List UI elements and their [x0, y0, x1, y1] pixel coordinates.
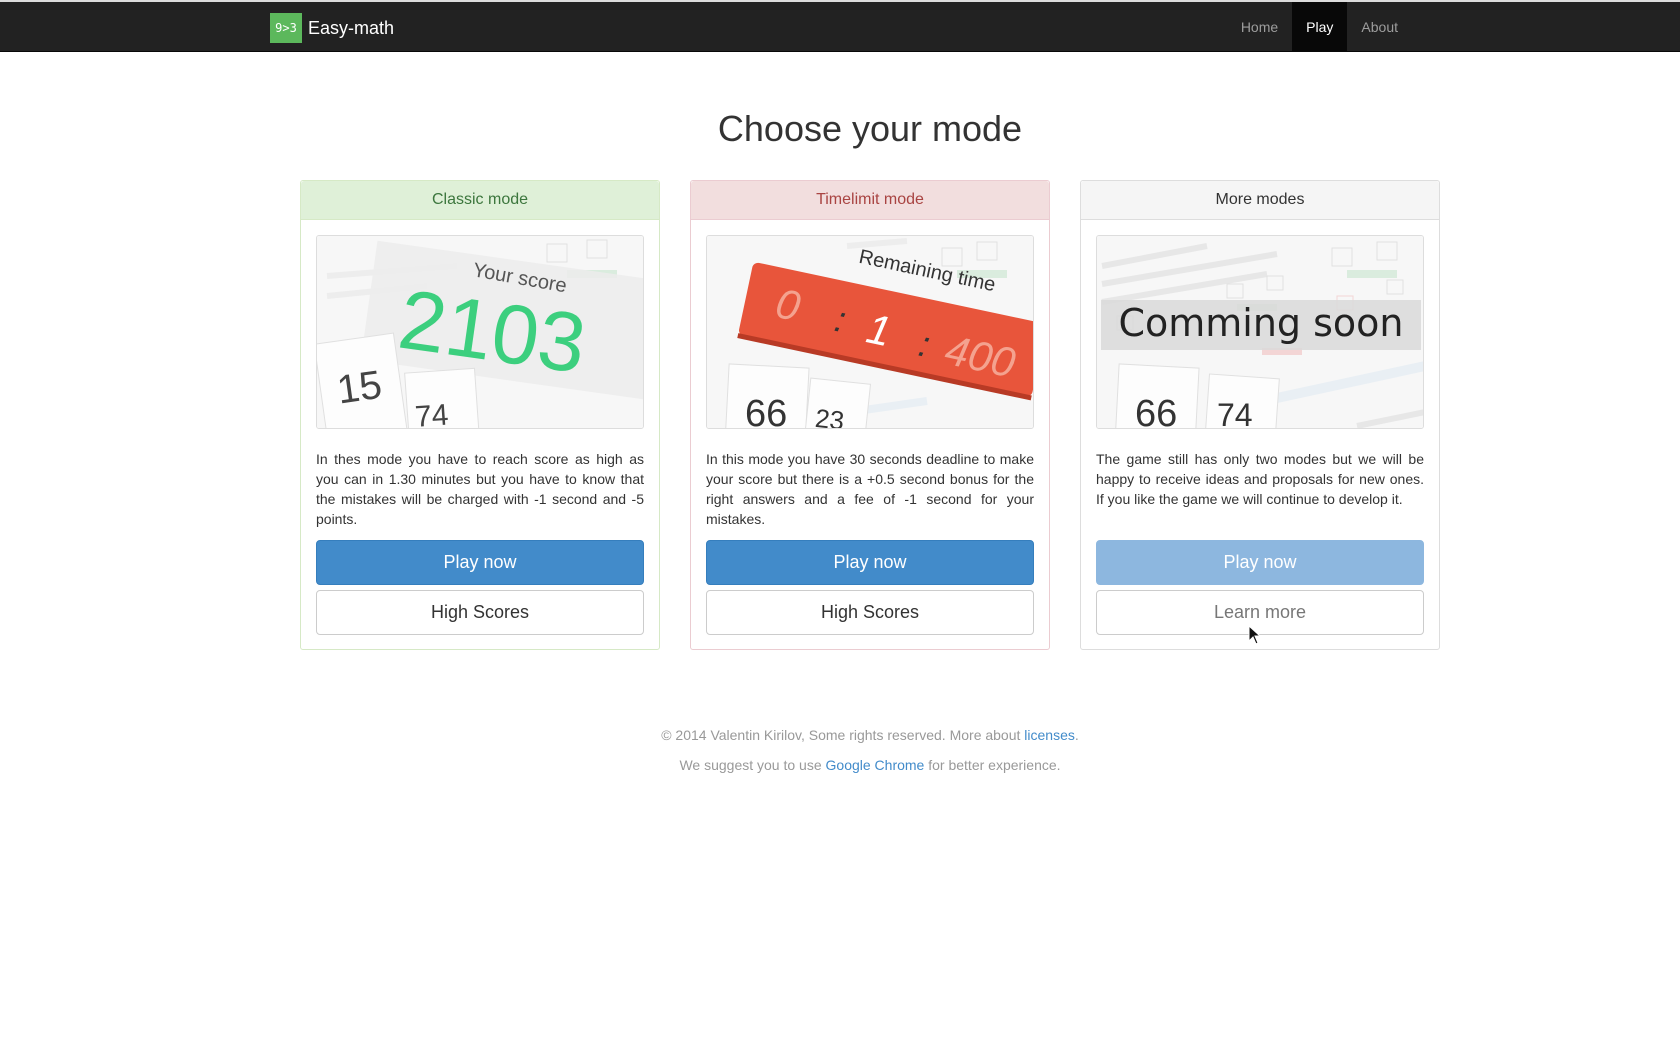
thumb-number-a: 66	[745, 393, 787, 429]
thumb-number-b: 74	[414, 399, 450, 429]
card-title: More modes	[1081, 181, 1439, 220]
timelimit-play-now-button[interactable]: Play now	[706, 540, 1034, 585]
navbar: 9>3 Easy-math Home Play About	[0, 0, 1680, 52]
footer: © 2014 Valentin Kirilov, Some rights res…	[0, 720, 1680, 780]
more-modes-play-now-button[interactable]: Play now	[1096, 540, 1424, 585]
main-nav: Home Play About	[1227, 2, 1412, 52]
classic-play-now-button[interactable]: Play now	[316, 540, 644, 585]
thumb-coming-soon-label: Comming soon	[1118, 301, 1403, 345]
mouse-cursor-icon	[1248, 625, 1262, 645]
classic-high-scores-button[interactable]: High Scores	[316, 590, 644, 635]
thumb-number-b: 23	[814, 403, 846, 429]
card-timelimit-mode: Timelimit mode Remaining time 0 : 1 : 40…	[690, 180, 1050, 650]
thumb-number-a: 66	[1135, 393, 1177, 429]
footer-suggestion-text: We suggest you to use	[679, 757, 822, 773]
brand-link[interactable]: 9>3 Easy-math	[270, 13, 394, 43]
nav-item-play[interactable]: Play	[1292, 2, 1348, 52]
mode-description: In thes mode you have to reach score as …	[316, 451, 644, 527]
card-more-modes: More modes Comming soon 66 74 The game s…	[1080, 180, 1440, 650]
thumb-number-b: 74	[1217, 397, 1253, 429]
footer-period: .	[1074, 727, 1079, 743]
footer-browser-suggestion: We suggest you to use Google Chrome for …	[0, 750, 1680, 780]
thumb-number-a: 15	[334, 363, 384, 413]
brand-logo-icon: 9>3	[270, 13, 302, 43]
page-title: Choose your mode	[717, 108, 1023, 149]
card-classic-mode: Classic mode Your score 2103 15 74 In th…	[300, 180, 660, 650]
footer-copyright: © 2014 Valentin Kirilov, Some rights res…	[0, 720, 1680, 750]
nav-item-home[interactable]: Home	[1227, 2, 1292, 52]
classic-mode-preview: Your score 2103 15 74	[316, 235, 644, 429]
footer-suggestion-suffix: for better experience.	[928, 757, 1061, 773]
google-chrome-link[interactable]: Google Chrome	[826, 757, 925, 773]
card-title: Timelimit mode	[691, 181, 1049, 220]
licenses-link[interactable]: licenses	[1024, 727, 1075, 743]
mode-description: In this mode you have 30 seconds deadlin…	[706, 451, 1034, 527]
timelimit-high-scores-button[interactable]: High Scores	[706, 590, 1034, 635]
card-title: Classic mode	[301, 181, 659, 220]
timelimit-mode-preview: Remaining time 0 : 1 : 400 66 23	[706, 235, 1034, 429]
brand-name: Easy-math	[308, 17, 395, 38]
footer-copyright-text: © 2014 Valentin Kirilov, Some rights res…	[661, 727, 1021, 743]
mode-description: The game still has only two modes but we…	[1096, 451, 1424, 507]
more-modes-preview: Comming soon 66 74	[1096, 235, 1424, 429]
nav-item-about[interactable]: About	[1347, 2, 1412, 52]
